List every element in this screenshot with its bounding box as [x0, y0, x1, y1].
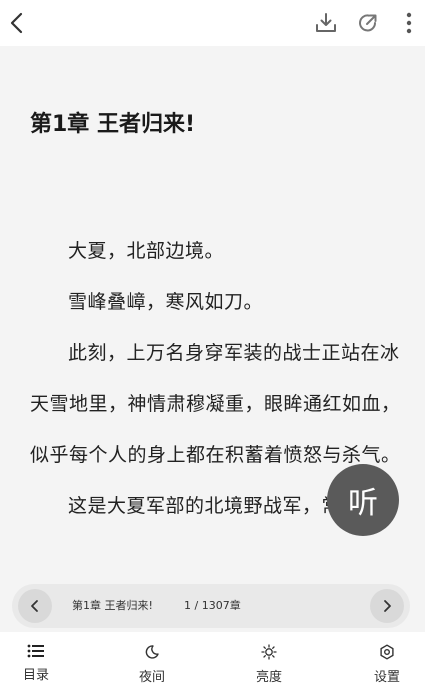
- progress-chapter-name: 第1章 王者归来!: [72, 599, 153, 612]
- moon-icon: [145, 645, 159, 659]
- top-bar: [0, 0, 425, 46]
- more-vertical-icon[interactable]: [396, 10, 422, 36]
- progress-position: 1 / 1307章: [184, 599, 241, 612]
- bottom-nav: 目录 夜间 亮度 设置: [0, 632, 425, 700]
- nav-label: 目录: [22, 668, 49, 683]
- nav-item-night-mode[interactable]: 夜间: [117, 640, 187, 696]
- sun-icon: [261, 644, 277, 660]
- nav-label: 亮度: [255, 670, 282, 685]
- chevron-right-icon: [384, 600, 391, 612]
- nav-label: 夜间: [138, 670, 165, 685]
- chapter-progress-area: 第1章 王者归来! 1 / 1307章: [0, 566, 425, 632]
- listen-button[interactable]: 听: [327, 464, 399, 536]
- chevron-left-icon: [31, 600, 38, 612]
- back-arrow-icon[interactable]: [4, 10, 30, 36]
- paragraph: 此刻，上万名身穿军装的战士正站在冰天雪地里，神情肃穆凝重，眼眸通红如血，似乎每个…: [30, 342, 401, 466]
- reading-area[interactable]: 第1章 王者归来! 大夏，北部边境。 雪峰叠嶂，寒风如刀。 此刻，上万名身穿军装…: [0, 46, 425, 566]
- paragraph: 雪峰叠嶂，寒风如刀。: [68, 291, 264, 313]
- download-icon[interactable]: [313, 10, 339, 36]
- nav-item-settings[interactable]: 设置: [352, 640, 422, 696]
- list-icon: [27, 644, 44, 658]
- nav-label: 设置: [373, 670, 400, 685]
- prev-chapter-button[interactable]: [18, 589, 52, 623]
- chapter-progress-bar: 第1章 王者归来! 1 / 1307章: [12, 584, 410, 628]
- chapter-title: 第1章 王者归来!: [30, 112, 196, 137]
- nav-item-catalog[interactable]: 目录: [1, 640, 71, 696]
- nav-item-brightness[interactable]: 亮度: [234, 640, 304, 696]
- share-icon[interactable]: [355, 10, 381, 36]
- next-chapter-button[interactable]: [370, 589, 404, 623]
- paragraph: 大夏，北部边境。: [68, 240, 225, 262]
- gear-icon: [380, 644, 394, 660]
